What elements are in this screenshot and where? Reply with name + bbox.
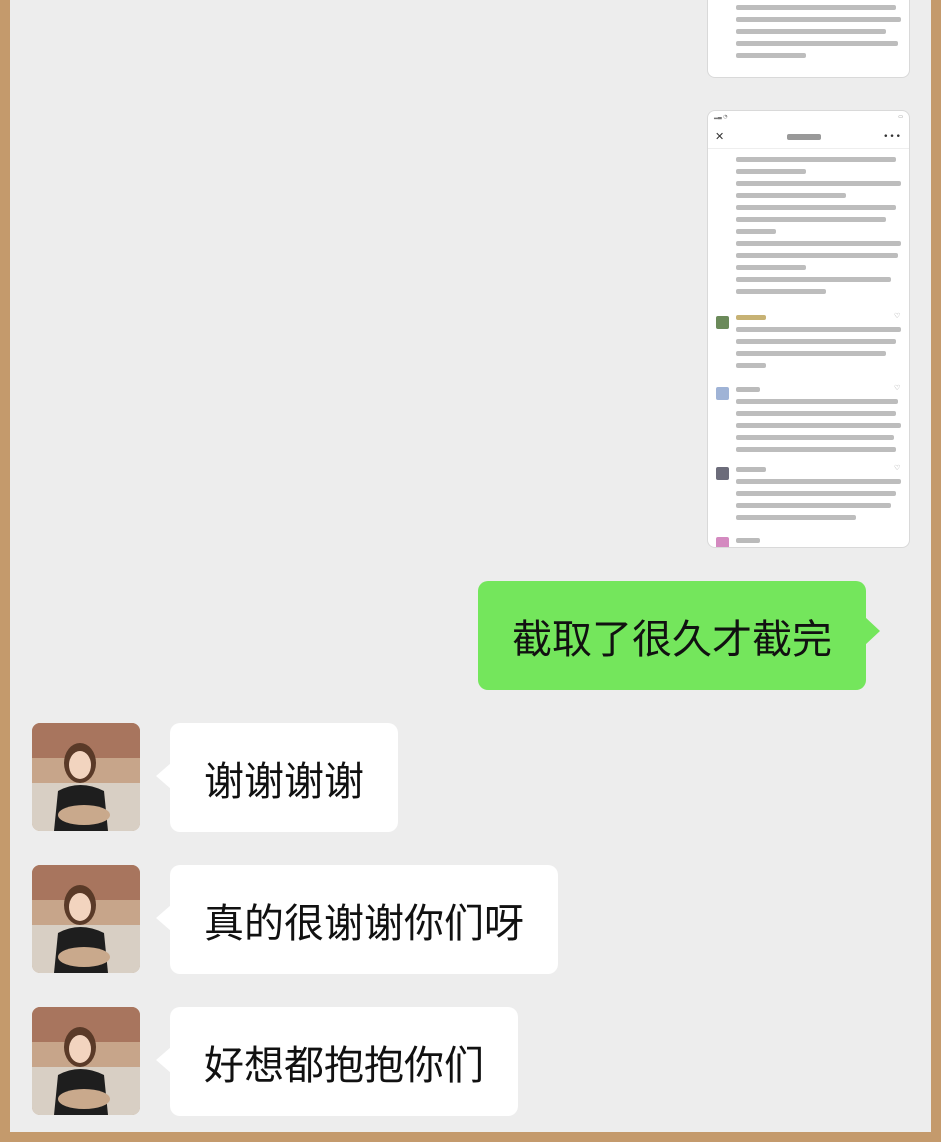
like-icon: ♡ <box>894 384 901 392</box>
avatar-image <box>32 723 140 831</box>
my-message-bubble[interactable]: 截取了很久才截完 <box>478 581 880 690</box>
screenshot-image-top[interactable] <box>707 0 910 78</box>
their-message-bubble[interactable]: 好想都抱抱你们 <box>156 1007 518 1116</box>
thumbnail-avatar <box>716 316 729 329</box>
thumbnail-avatar <box>716 537 729 547</box>
thumbnail-avatar <box>716 467 729 480</box>
thumbnail-nav-bar: ✕ ••• <box>708 125 909 149</box>
message-text: 截取了很久才截完 <box>512 616 832 663</box>
avatar-image <box>32 1007 140 1115</box>
avatar-image <box>32 865 140 973</box>
like-icon: ♡ <box>894 312 901 320</box>
avatar[interactable] <box>32 865 140 973</box>
chat-window: ▂▃ ◔ ▭ ✕ ••• ♡ ♡ ♡ 截取了很久才截完 谢谢谢谢 真的很谢谢你们… <box>10 0 931 1132</box>
their-message-bubble[interactable]: 谢谢谢谢 <box>156 723 398 832</box>
thumbnail-avatar <box>716 387 729 400</box>
avatar[interactable] <box>32 1007 140 1115</box>
more-icon: ••• <box>883 131 902 142</box>
thumbnail-status-bar: ▂▃ ◔ ▭ <box>714 114 903 120</box>
close-icon: ✕ <box>715 130 725 143</box>
their-message-bubble[interactable]: 真的很谢谢你们呀 <box>156 865 558 974</box>
like-icon: ♡ <box>894 464 901 472</box>
avatar[interactable] <box>32 723 140 831</box>
message-text: 谢谢谢谢 <box>204 758 364 805</box>
message-text: 真的很谢谢你们呀 <box>204 900 524 947</box>
screenshot-image[interactable]: ▂▃ ◔ ▭ ✕ ••• ♡ ♡ ♡ <box>707 110 910 548</box>
message-text: 好想都抱抱你们 <box>204 1042 484 1089</box>
